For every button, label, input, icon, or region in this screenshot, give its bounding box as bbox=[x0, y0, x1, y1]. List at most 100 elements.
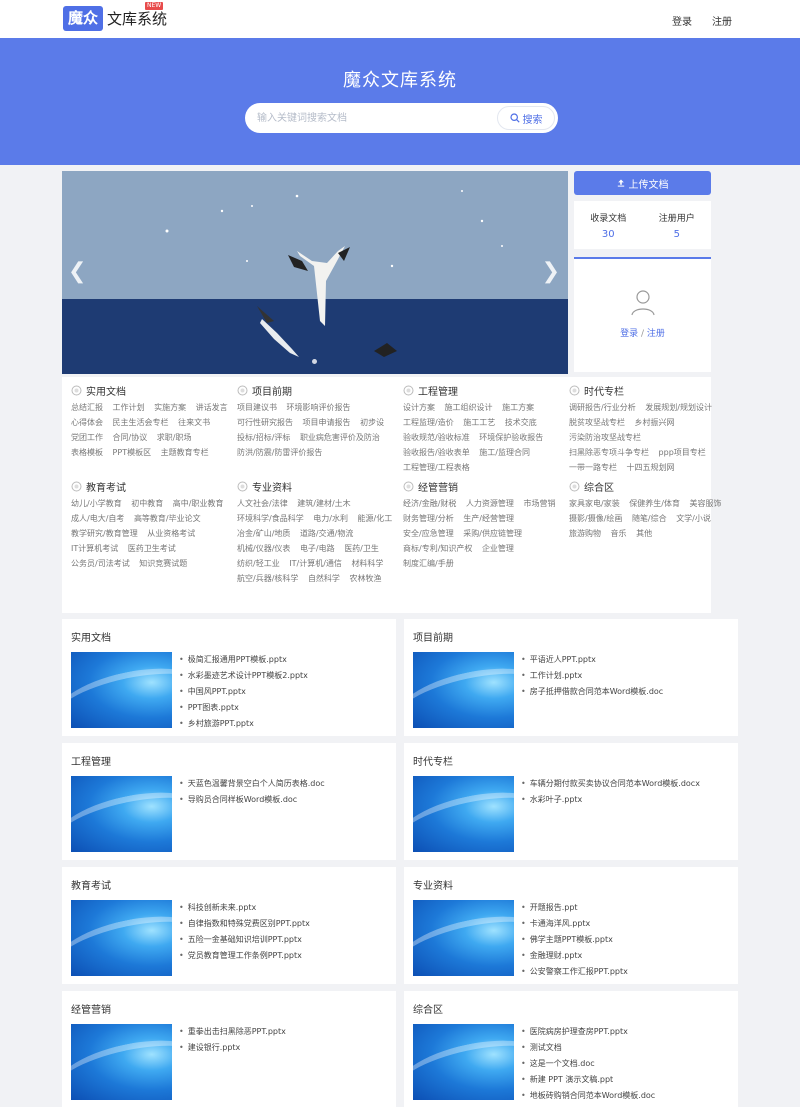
category-link[interactable]: 经济/金融/财税 bbox=[403, 499, 456, 508]
card-title[interactable]: 经管营销 bbox=[71, 1001, 111, 1016]
category-link[interactable]: 家具家电/家装 bbox=[569, 499, 620, 508]
doc-link[interactable]: 开题报告.ppt bbox=[521, 900, 628, 916]
category-title[interactable]: 时代专栏 bbox=[569, 383, 734, 398]
category-link[interactable]: 防洪/防震/防雷评价报告 bbox=[237, 448, 322, 457]
category-link[interactable]: 施工组织设计 bbox=[445, 403, 493, 412]
doc-link[interactable]: 公安警察工作汇报PPT.pptx bbox=[521, 964, 628, 980]
category-link[interactable]: 可行性研究报告 bbox=[237, 418, 293, 427]
category-link[interactable]: 成人/电大/自考 bbox=[71, 514, 124, 523]
card-thumbnail[interactable] bbox=[413, 900, 514, 976]
category-link[interactable]: 能源/化工 bbox=[358, 514, 393, 523]
category-link[interactable]: 幼儿/小学教育 bbox=[71, 499, 122, 508]
category-link[interactable]: 设计方案 bbox=[403, 403, 435, 412]
card-thumbnail[interactable] bbox=[413, 652, 514, 728]
category-link[interactable]: 摄影/摄像/绘画 bbox=[569, 514, 622, 523]
doc-link[interactable]: 这是一个文档.doc bbox=[521, 1056, 655, 1072]
doc-link[interactable]: 科技创新未来.pptx bbox=[179, 900, 310, 916]
doc-link[interactable]: 天蓝色温馨背景空白个人简历表格.doc bbox=[179, 776, 325, 792]
category-link[interactable]: 市场营销 bbox=[523, 499, 555, 508]
category-link[interactable]: 实施方案 bbox=[154, 403, 186, 412]
category-link[interactable]: 美容服饰 bbox=[690, 499, 722, 508]
card-title[interactable]: 工程管理 bbox=[71, 753, 111, 768]
doc-link[interactable]: 平语近人PPT.pptx bbox=[521, 652, 663, 668]
search-input[interactable] bbox=[257, 103, 487, 133]
category-link[interactable]: 生产/经营管理 bbox=[463, 514, 514, 523]
category-link[interactable]: 知识竞赛试题 bbox=[139, 559, 187, 568]
category-link[interactable]: ppp项目专栏 bbox=[659, 448, 706, 457]
card-thumbnail[interactable] bbox=[413, 776, 514, 852]
category-link[interactable]: 初中教育 bbox=[131, 499, 163, 508]
doc-link[interactable]: 卡通海洋风.pptx bbox=[521, 916, 628, 932]
carousel-prev-icon[interactable]: ❮ bbox=[68, 259, 86, 284]
category-link[interactable]: 工程管理/工程表格 bbox=[403, 463, 470, 472]
category-link[interactable]: 污染防治攻坚战专栏 bbox=[569, 433, 641, 442]
category-link[interactable]: 随笔/综合 bbox=[632, 514, 667, 523]
doc-link[interactable]: 医院病房护理查房PPT.pptx bbox=[521, 1024, 655, 1040]
category-link[interactable]: 验收规范/验收标准 bbox=[403, 433, 470, 442]
doc-link[interactable]: 水彩叶子.pptx bbox=[521, 792, 700, 808]
doc-link[interactable]: 金融理财.pptx bbox=[521, 948, 628, 964]
category-link[interactable]: 道路/交通/物流 bbox=[300, 529, 353, 538]
carousel-dot[interactable] bbox=[312, 359, 317, 364]
category-link[interactable]: 农林牧渔 bbox=[349, 574, 381, 583]
category-title[interactable]: 教育考试 bbox=[71, 479, 236, 494]
category-link[interactable]: 求职/职场 bbox=[157, 433, 192, 442]
logo[interactable]: 魔众 文库系统 NEW bbox=[63, 2, 167, 31]
category-link[interactable]: 乡村振兴网 bbox=[635, 418, 675, 427]
category-link[interactable]: 自然科学 bbox=[308, 574, 340, 583]
card-thumbnail[interactable] bbox=[71, 652, 172, 728]
category-link[interactable]: 环境保护验收报告 bbox=[479, 433, 543, 442]
image-carousel[interactable]: ❮ ❯ bbox=[62, 171, 568, 374]
category-link[interactable]: 施工工艺 bbox=[463, 418, 495, 427]
category-link[interactable]: 总结汇报 bbox=[71, 403, 103, 412]
card-register-link[interactable]: 注册 bbox=[647, 329, 665, 339]
upload-document-button[interactable]: 上传文档 bbox=[574, 171, 711, 195]
category-link[interactable]: 验收报告/验收表单 bbox=[403, 448, 470, 457]
category-link[interactable]: 投标/招标/评标 bbox=[237, 433, 290, 442]
card-thumbnail[interactable] bbox=[413, 1024, 514, 1100]
login-link[interactable]: 登录 bbox=[672, 13, 692, 28]
category-link[interactable]: IT计算机考试 bbox=[71, 544, 118, 553]
doc-link[interactable]: 重拳出击扫黑除恶PPT.pptx bbox=[179, 1024, 286, 1040]
category-link[interactable]: 制度汇编/手册 bbox=[403, 559, 454, 568]
card-login-link[interactable]: 登录 bbox=[620, 329, 638, 339]
category-link[interactable]: 技术交底 bbox=[505, 418, 537, 427]
category-link[interactable]: 高中/职业教育 bbox=[173, 499, 224, 508]
doc-link[interactable]: 佛学主题PPT模板.pptx bbox=[521, 932, 628, 948]
category-link[interactable]: 施工/监理合同 bbox=[479, 448, 530, 457]
category-link[interactable]: 人力资源管理 bbox=[466, 499, 514, 508]
category-link[interactable]: 公务员/司法考试 bbox=[71, 559, 130, 568]
register-link[interactable]: 注册 bbox=[712, 13, 732, 28]
category-link[interactable]: 工作计划 bbox=[113, 403, 145, 412]
doc-link[interactable]: 极简汇报通用PPT模板.pptx bbox=[179, 652, 308, 668]
category-title[interactable]: 专业资料 bbox=[237, 479, 402, 494]
category-link[interactable]: 航空/兵器/核科学 bbox=[237, 574, 298, 583]
category-link[interactable]: 冶金/矿山/地质 bbox=[237, 529, 290, 538]
doc-link[interactable]: 五险一金基础知识培训PPT.pptx bbox=[179, 932, 310, 948]
category-link[interactable]: 旅游购物 bbox=[569, 529, 601, 538]
category-link[interactable]: 心得体会 bbox=[71, 418, 103, 427]
category-link[interactable]: 工程监理/造价 bbox=[403, 418, 454, 427]
category-link[interactable]: 采购/供应链管理 bbox=[463, 529, 522, 538]
doc-link[interactable]: 党员教育管理工作条例PPT.pptx bbox=[179, 948, 310, 964]
category-title[interactable]: 工程管理 bbox=[403, 383, 568, 398]
card-title[interactable]: 教育考试 bbox=[71, 877, 111, 892]
card-title[interactable]: 综合区 bbox=[413, 1001, 443, 1016]
category-title[interactable]: 实用文档 bbox=[71, 383, 236, 398]
category-link[interactable]: IT/计算机/通信 bbox=[289, 559, 342, 568]
category-link[interactable]: 调研报告/行业分析 bbox=[569, 403, 636, 412]
category-link[interactable]: 建筑/建材/土木 bbox=[297, 499, 350, 508]
category-link[interactable]: 表格模板 bbox=[71, 448, 103, 457]
category-link[interactable]: 往来文书 bbox=[178, 418, 210, 427]
doc-link[interactable]: 自律指数和特殊党费区别PPT.pptx bbox=[179, 916, 310, 932]
category-link[interactable]: 医药卫生考试 bbox=[128, 544, 176, 553]
category-link[interactable]: 纺织/轻工业 bbox=[237, 559, 280, 568]
category-link[interactable]: 党团工作 bbox=[71, 433, 103, 442]
category-link[interactable]: 讲话发言 bbox=[196, 403, 228, 412]
card-thumbnail[interactable] bbox=[71, 1024, 172, 1100]
category-link[interactable]: 脱贫攻坚战专栏 bbox=[569, 418, 625, 427]
search-button[interactable]: 搜索 bbox=[497, 106, 555, 130]
category-link[interactable]: 扫黑除恶专项斗争专栏 bbox=[569, 448, 649, 457]
category-link[interactable]: 环境影响评价报告 bbox=[287, 403, 351, 412]
category-link[interactable]: 项目建议书 bbox=[237, 403, 277, 412]
